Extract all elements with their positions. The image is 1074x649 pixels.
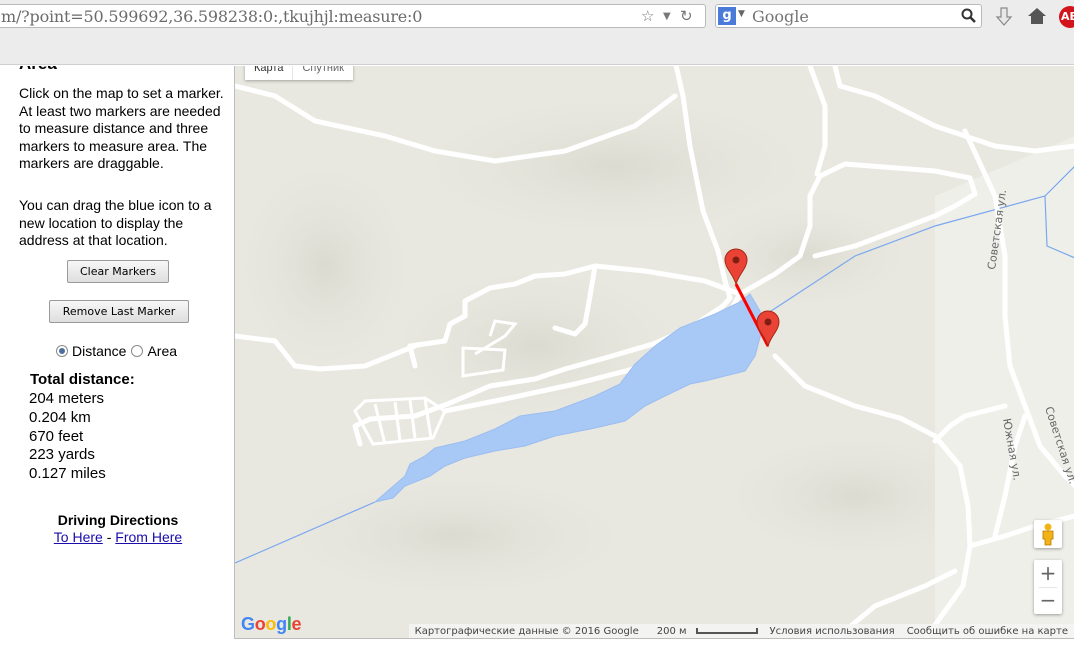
url-text[interactable]: m/?point=50.599692,36.598238:0:,tkujhjl:… bbox=[1, 7, 422, 26]
panel-title: Area bbox=[19, 66, 57, 74]
url-bar[interactable]: m/?point=50.599692,36.598238:0:,tkujhjl:… bbox=[0, 4, 706, 28]
map-type-control: Карта Спутник bbox=[245, 66, 353, 80]
result-feet: 670 feet bbox=[29, 427, 84, 445]
mode-selector: Distance Area bbox=[56, 343, 177, 359]
browser-toolbar: m/?point=50.599692,36.598238:0:,tkujhjl:… bbox=[0, 0, 1074, 33]
bookmark-star-icon[interactable]: ☆ bbox=[641, 7, 654, 25]
result-yards: 223 yards bbox=[29, 446, 95, 464]
scale-bar bbox=[695, 627, 758, 634]
zoom-control: + − bbox=[1034, 560, 1062, 614]
map-attribution-bar: Картографические данные © 2016 Google 20… bbox=[408, 624, 1074, 638]
result-meters: 204 meters bbox=[29, 390, 105, 407]
distance-radio[interactable] bbox=[56, 345, 68, 357]
measure-panel: Area Click on the map to set a marker. A… bbox=[0, 66, 234, 649]
downloads-icon[interactable] bbox=[994, 6, 1014, 28]
link-separator: - bbox=[102, 529, 116, 545]
reload-icon[interactable]: ↻ bbox=[680, 7, 693, 25]
report-error-link[interactable]: Сообщить об ошибке на карте bbox=[901, 626, 1074, 637]
total-distance-title: Total distance: bbox=[30, 371, 135, 388]
driving-directions-links: To Here - From Here bbox=[0, 529, 234, 545]
remove-last-marker-button[interactable]: Remove Last Marker bbox=[49, 300, 189, 323]
search-engine-icon[interactable]: g bbox=[718, 7, 736, 25]
map-type-satellite-button[interactable]: Спутник bbox=[292, 66, 352, 80]
search-engine-dropdown-icon[interactable]: ▼ bbox=[738, 9, 745, 19]
map-tiles: Советская ул. Советская ул. Южная ул. bbox=[235, 66, 1074, 638]
scale-label: 200 м bbox=[656, 625, 687, 637]
home-icon[interactable] bbox=[1027, 6, 1047, 26]
map-canvas[interactable]: Советская ул. Советская ул. Южная ул. Ка… bbox=[234, 66, 1074, 639]
result-km: 0.204 km bbox=[29, 408, 91, 426]
street-view-pegman-icon[interactable] bbox=[1034, 520, 1062, 548]
drag-hint-text: You can drag the blue icon to a new loca… bbox=[19, 197, 212, 248]
magnifier-icon[interactable] bbox=[961, 8, 977, 24]
instructions-text: Click on the map to set a marker. At lea… bbox=[19, 85, 224, 171]
driving-directions-title: Driving Directions bbox=[57, 512, 179, 528]
bookmarks-toolbar bbox=[0, 33, 1074, 65]
distance-label[interactable]: Distance bbox=[72, 343, 126, 359]
result-miles: 0.127 miles bbox=[29, 465, 106, 483]
search-input[interactable] bbox=[752, 6, 952, 26]
clear-markers-button[interactable]: Clear Markers bbox=[67, 260, 169, 283]
map-type-map-button[interactable]: Карта bbox=[245, 66, 292, 80]
to-here-link[interactable]: To Here bbox=[54, 529, 103, 545]
google-logo[interactable]: Google bbox=[241, 614, 302, 635]
map-data-attribution: Картографические данные © 2016 Google bbox=[414, 625, 639, 637]
area-label[interactable]: Area bbox=[147, 343, 177, 359]
url-history-dropdown-icon[interactable]: ▼ bbox=[663, 11, 671, 22]
zoom-out-button[interactable]: − bbox=[1034, 587, 1062, 614]
search-bar[interactable]: g ▼ bbox=[715, 4, 982, 28]
terms-link[interactable]: Условия использования bbox=[764, 626, 901, 637]
from-here-link[interactable]: From Here bbox=[115, 529, 182, 545]
area-radio[interactable] bbox=[131, 345, 144, 357]
distance-results: 204 meters 0.204 km 670 feet 223 yards 0… bbox=[29, 390, 106, 484]
zoom-in-button[interactable]: + bbox=[1034, 560, 1062, 587]
scale-indicator[interactable]: 200 м bbox=[645, 626, 764, 637]
adblock-icon[interactable]: AB bbox=[1059, 6, 1074, 28]
